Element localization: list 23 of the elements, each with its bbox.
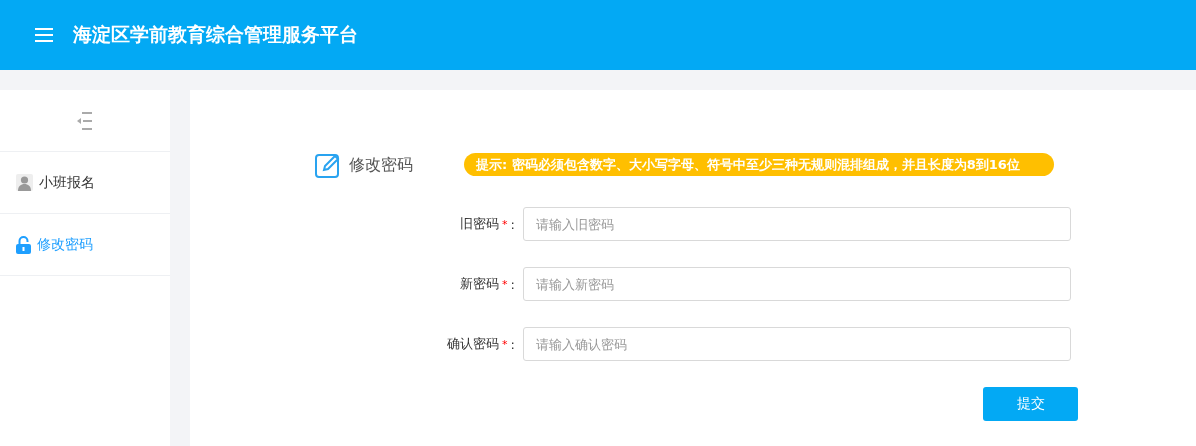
password-field[interactable]: 请输入确认密码 bbox=[523, 327, 1071, 361]
field-label: 确认密码 bbox=[447, 335, 500, 353]
password-field[interactable]: 请输入旧密码 bbox=[523, 207, 1071, 241]
password-field[interactable]: 请输入新密码 bbox=[523, 267, 1071, 301]
menu-icon[interactable] bbox=[35, 28, 53, 42]
person-icon bbox=[16, 174, 33, 191]
edit-icon bbox=[315, 152, 341, 178]
field-label: 旧密码 bbox=[460, 215, 500, 233]
app-title: 海淀区学前教育综合管理服务平台 bbox=[73, 22, 358, 47]
sidebar-item[interactable]: 小班报名 bbox=[0, 152, 170, 214]
password-hint: 提示: 密码必须包含数字、大小写字母、符号中至少三种无规则混排组成，并且长度为8到16位 bbox=[464, 153, 1054, 176]
sidebar-item[interactable]: 修改密码 bbox=[0, 214, 170, 276]
lock-icon bbox=[16, 235, 31, 254]
required-mark: * bbox=[502, 217, 508, 231]
required-mark: * bbox=[502, 277, 508, 291]
field-label: 新密码 bbox=[460, 275, 500, 293]
form-title: 修改密码 bbox=[349, 154, 413, 176]
colon: : bbox=[510, 276, 515, 292]
colon: : bbox=[510, 336, 515, 352]
colon: : bbox=[510, 216, 515, 232]
required-mark: * bbox=[502, 337, 508, 351]
collapse-icon[interactable] bbox=[77, 111, 93, 130]
submit-button[interactable]: 提交 bbox=[983, 387, 1078, 421]
